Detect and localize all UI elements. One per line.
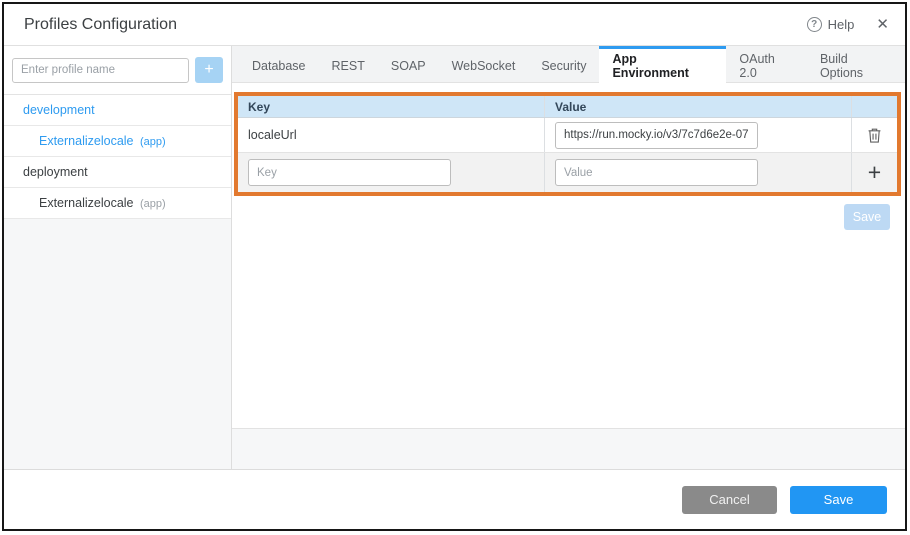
add-profile-button[interactable]: + bbox=[195, 57, 223, 83]
sidebar-item-suffix: (app) bbox=[140, 198, 166, 210]
dialog-footer: Cancel Save bbox=[4, 469, 905, 529]
sidebar-item-development[interactable]: development bbox=[4, 95, 231, 126]
new-value-cell bbox=[545, 153, 852, 192]
help-icon: ? bbox=[807, 17, 822, 32]
tab-bar: Database REST SOAP WebSocket Security Ap… bbox=[232, 46, 905, 83]
table-header-row: Key Value bbox=[238, 96, 897, 118]
new-entry-row: + bbox=[238, 153, 897, 192]
dialog-title: Profiles Configuration bbox=[24, 16, 177, 34]
cancel-button[interactable]: Cancel bbox=[682, 486, 777, 514]
help-label: Help bbox=[828, 17, 855, 32]
sidebar-item-label: Externalizelocale bbox=[39, 134, 134, 148]
tab-websocket[interactable]: WebSocket bbox=[439, 46, 529, 82]
actions-column-header bbox=[852, 96, 897, 117]
title-bar: Profiles Configuration ? Help ✕ bbox=[4, 4, 905, 46]
close-icon[interactable]: ✕ bbox=[876, 17, 889, 32]
delete-row-button[interactable] bbox=[852, 118, 897, 152]
sidebar-item-suffix: (app) bbox=[140, 136, 166, 148]
dialog-body: + development Externalizelocale (app) de… bbox=[4, 46, 905, 469]
titlebar-actions: ? Help ✕ bbox=[807, 17, 889, 32]
app-environment-panel: Key Value localeUrl bbox=[232, 83, 905, 429]
new-key-input[interactable] bbox=[248, 159, 451, 186]
main-pane: Database REST SOAP WebSocket Security Ap… bbox=[232, 46, 905, 469]
sidebar-item-externalizelocale-dev[interactable]: Externalizelocale (app) bbox=[4, 126, 231, 157]
table-row: localeUrl bbox=[238, 118, 897, 153]
key-column-header: Key bbox=[238, 96, 545, 117]
sidebar-item-label: Externalizelocale bbox=[39, 196, 134, 210]
tab-security[interactable]: Security bbox=[528, 46, 599, 82]
sidebar-item-externalizelocale-deploy[interactable]: Externalizelocale (app) bbox=[4, 188, 231, 219]
table-save-button[interactable]: Save bbox=[844, 204, 890, 230]
sidebar-item-label: deployment bbox=[23, 165, 88, 179]
highlight-box: Key Value localeUrl bbox=[234, 92, 901, 196]
env-variables-table: Key Value localeUrl bbox=[238, 96, 897, 192]
sidebar-item-deployment[interactable]: deployment bbox=[4, 157, 231, 188]
new-key-cell bbox=[238, 153, 545, 192]
plus-icon: + bbox=[204, 61, 213, 78]
profile-name-input[interactable] bbox=[12, 58, 189, 83]
tab-build-options[interactable]: Build Options bbox=[807, 46, 905, 82]
tab-database[interactable]: Database bbox=[239, 46, 319, 82]
add-profile-section: + bbox=[4, 46, 231, 95]
profiles-sidebar: + development Externalizelocale (app) de… bbox=[4, 46, 232, 469]
profile-list: development Externalizelocale (app) depl… bbox=[4, 95, 231, 219]
value-column-header: Value bbox=[545, 96, 852, 117]
key-cell: localeUrl bbox=[238, 118, 545, 152]
help-button[interactable]: ? Help bbox=[807, 17, 855, 32]
tab-app-environment[interactable]: App Environment bbox=[599, 46, 726, 83]
value-input[interactable] bbox=[555, 122, 758, 149]
tab-oauth[interactable]: OAuth 2.0 bbox=[726, 46, 807, 82]
add-row-icon: + bbox=[868, 161, 881, 184]
tab-rest[interactable]: REST bbox=[319, 46, 378, 82]
tab-soap[interactable]: SOAP bbox=[378, 46, 439, 82]
profiles-configuration-dialog: Profiles Configuration ? Help ✕ + develo… bbox=[2, 2, 907, 531]
value-cell bbox=[545, 118, 852, 152]
sidebar-item-label: development bbox=[23, 103, 95, 117]
save-button[interactable]: Save bbox=[790, 486, 887, 514]
trash-icon bbox=[867, 127, 882, 144]
new-value-input[interactable] bbox=[555, 159, 758, 186]
add-row-button[interactable]: + bbox=[852, 153, 897, 192]
bottom-strip bbox=[232, 429, 905, 469]
